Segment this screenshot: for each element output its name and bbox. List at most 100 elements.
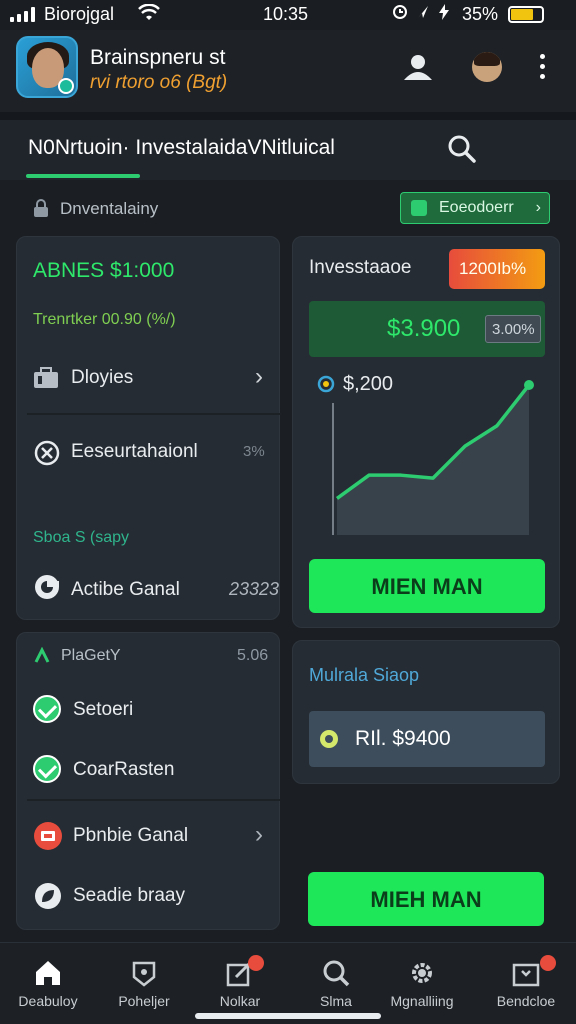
nav-label: Bendcloe [496, 993, 556, 1009]
nav-item-inbox[interactable]: Bendcloe [478, 943, 574, 1024]
amount-panel: $3.900 3.00% [309, 301, 545, 357]
document-icon [411, 200, 427, 216]
inbox-icon [512, 963, 540, 987]
nav-item-dashboard[interactable]: Deabuloy [0, 943, 96, 1024]
list-item-setoeri[interactable]: Setoeri [33, 693, 273, 729]
chevron-right-icon: › [535, 199, 541, 216]
list-item-value: 23323 [229, 579, 280, 599]
charging-icon [439, 4, 449, 20]
percent-badge: 1200Ib% [449, 249, 545, 289]
chevron-right-icon: › [255, 363, 263, 390]
lock-icon [34, 199, 48, 217]
tab-investments[interactable]: N0Nrtuoin· InvestalaidaVNitluical [28, 136, 335, 160]
home-icon [36, 961, 60, 985]
status-bar: Biorojgal 10:35 35% [0, 0, 576, 30]
bottom-navigation: Deabuloy Poheljer Nolkar Slma Mgnalliing… [0, 942, 576, 1024]
more-options-icon[interactable] [536, 54, 548, 84]
nav-item-search[interactable]: Slma [288, 943, 384, 1024]
nav-label: Mgnalliing [390, 993, 454, 1009]
home-indicator[interactable] [195, 1013, 381, 1019]
gear-icon [412, 963, 432, 983]
carrier-name: Biorojgal [44, 4, 115, 24]
clock: 10:35 [263, 4, 309, 24]
nav-label: Nolkar [219, 993, 261, 1009]
wifi-icon [138, 3, 160, 27]
shield-icon [132, 961, 156, 987]
secondary-avatar[interactable] [472, 52, 502, 82]
list-item-value: 3% [243, 443, 265, 460]
search-icon[interactable] [447, 134, 477, 164]
battery-percent: 35% [462, 4, 499, 24]
list-item-eseurtahaionl[interactable]: Eeseurtahaionl 3% [33, 435, 273, 471]
nav-label: Deabuloy [18, 993, 78, 1009]
sparkle-icon [34, 647, 50, 663]
check-circle-icon [33, 755, 61, 783]
divider [27, 413, 281, 415]
list-item-label: Dloyies [71, 367, 134, 388]
tab-bar: N0Nrtuoin· InvestalaidaVNitluical [0, 120, 576, 282]
ticket-icon [34, 822, 62, 850]
card-title: Mulrala Siaop [309, 665, 420, 685]
leaf-icon [35, 883, 61, 909]
list-item-seadie-braay[interactable]: Seadie braay [33, 879, 273, 915]
card-title: Invesstaaoe [309, 257, 412, 278]
list-item-pbnbie-ganal[interactable]: Pbnbie Ganal › [33, 819, 273, 855]
inventory-label: Dnventalainy [60, 199, 159, 218]
status-icons [392, 4, 450, 20]
amount-value: $3.900 [387, 315, 461, 342]
list-item-label: Pbnbie Ganal [73, 825, 189, 846]
check-circle-icon [33, 695, 61, 723]
main-cta-button[interactable]: MIEN MAN [309, 559, 545, 613]
profile-header: Brainspneru st rvi rtoro o6 (Bgt) [0, 30, 576, 112]
performance-chart [332, 380, 534, 535]
chevron-right-icon: › [255, 821, 263, 848]
profile-subtitle: rvi rtoro o6 (Bgt) [90, 72, 228, 93]
list-item-active-goal[interactable]: Actibe Ganal 23323 [33, 571, 279, 607]
chart-endpoint [524, 380, 534, 390]
nav-label: Slma [320, 993, 352, 1009]
profile-name: Brainspneru st [90, 46, 226, 69]
list-item-label: CoarRasten [73, 759, 175, 780]
nav-label: Poheljer [118, 993, 170, 1009]
portfolio-card: ABNES $1:000 Trenrtker 00.90 (%/) Dloyie… [16, 236, 281, 620]
summary-card: Mulrala Siaop RIl. $9400 [292, 640, 560, 784]
placement-card: PlaGetY 5.06 Setoeri CoarRasten Pbnbie G… [16, 632, 281, 930]
list-item-label: Actibe Ganal [71, 579, 180, 600]
nav-item-profile[interactable]: Poheljer [96, 943, 192, 1024]
avatar[interactable] [16, 36, 78, 98]
divider [27, 799, 281, 801]
contacts-icon[interactable] [400, 50, 436, 86]
action-button-label: Eoeodoerr [439, 199, 514, 216]
section-label: Sboa S (sapy [33, 529, 130, 546]
list-item-label: Setoeri [73, 699, 134, 720]
compass-icon [34, 440, 60, 466]
value-field[interactable]: RIl. $9400 [309, 711, 545, 767]
value-text: RIl. $9400 [355, 727, 451, 750]
verified-badge-icon [58, 78, 74, 94]
goal-icon [35, 575, 59, 599]
inventory-row: Dnventalainy Eoeodoerr › [0, 180, 576, 236]
list-item-label: Eeseurtahaionl [71, 441, 198, 462]
portfolio-meta: Trenrtker 00.90 (%/) [33, 311, 176, 328]
alarm-icon [393, 5, 407, 19]
investment-card: Invesstaaoe 1200Ib% $3.900 3.00% $,200 M… [292, 236, 560, 628]
signal-icon [10, 6, 35, 22]
coin-icon [320, 730, 338, 748]
location-icon [418, 6, 428, 18]
portfolio-heading: ABNES $1:000 [33, 259, 175, 282]
chart-area [337, 385, 529, 535]
notification-badge [540, 955, 556, 971]
section-label: PlaGetY [61, 647, 121, 664]
active-tab-indicator [26, 174, 140, 178]
notification-badge [248, 955, 264, 971]
list-item-dloyies[interactable]: Dloyies › [33, 361, 273, 397]
list-item-coarrasten[interactable]: CoarRasten [33, 753, 273, 789]
nav-item-settings[interactable]: Mgnalliing [372, 943, 472, 1024]
search-icon [323, 960, 350, 987]
header-divider [0, 112, 576, 120]
amount-pill: 3.00% [485, 315, 541, 343]
nav-item-notes[interactable]: Nolkar [192, 943, 288, 1024]
action-button[interactable]: Eoeodoerr › [400, 192, 550, 224]
secondary-cta-button[interactable]: MIEH MAN [308, 872, 544, 926]
list-item-label: Seadie braay [73, 885, 185, 906]
